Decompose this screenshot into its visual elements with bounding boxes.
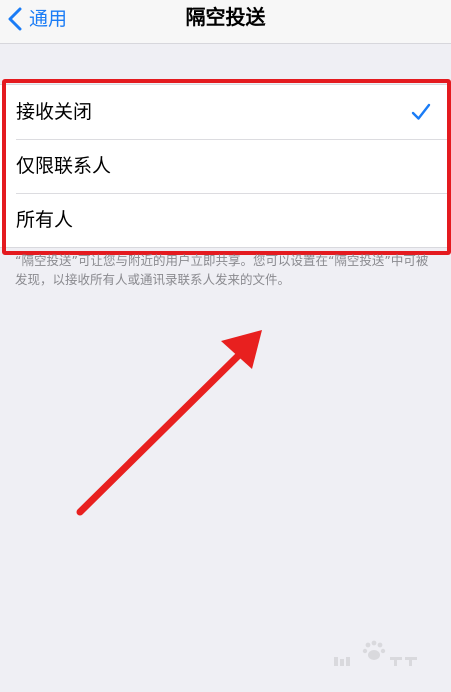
option-label: 接收关闭 bbox=[16, 101, 93, 123]
checkmark-icon bbox=[411, 102, 431, 122]
page-title: 隔空投送 bbox=[185, 5, 266, 29]
option-receiving-off[interactable]: 接收关闭 bbox=[0, 85, 451, 139]
option-label: 所有人 bbox=[16, 209, 74, 231]
option-everyone[interactable]: 所有人 bbox=[0, 193, 451, 247]
navigation-bar: 通用 隔空投送 bbox=[0, 0, 451, 44]
airdrop-options-list: 接收关闭 仅限联系人 所有人 bbox=[0, 84, 451, 248]
airdrop-description: “隔空投送”可让您与附近的用户立即共享。您可以设置在“隔空投送”中可被发现，以接… bbox=[15, 253, 429, 287]
option-contacts-only[interactable]: 仅限联系人 bbox=[0, 139, 451, 193]
option-label: 仅限联系人 bbox=[16, 155, 112, 177]
watermark-logo-icon bbox=[334, 640, 417, 666]
